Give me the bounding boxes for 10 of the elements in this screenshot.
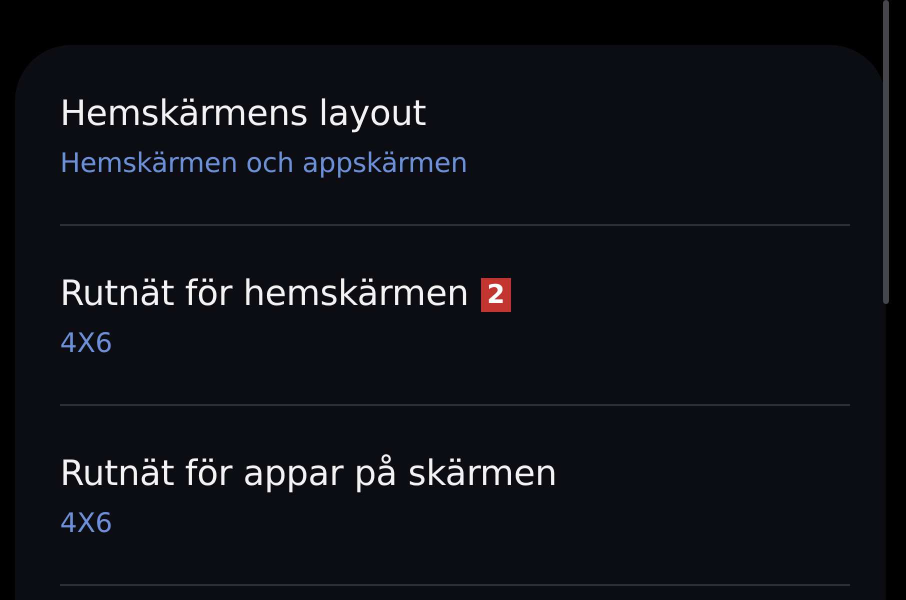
settings-item[interactable]: Rutnät för appar på skärmen 4X6 xyxy=(60,406,850,586)
number-badge: 2 xyxy=(480,278,511,312)
setting-title: Rutnät för hemskärmen xyxy=(60,273,469,316)
setting-value: Hemskärmen och appskärmen xyxy=(60,146,469,180)
settings-item[interactable]: Hemskärmens layout Hemskärmen och appskärmen xyxy=(60,45,850,226)
settings-item[interactable]: Rutnät för hemskärmen 2 4X6 xyxy=(60,226,850,406)
setting-title: Rutnät för appar på skärmen xyxy=(60,453,557,496)
setting-value: 4X6 xyxy=(60,327,114,361)
setting-title: Hemskärmens layout xyxy=(60,92,426,136)
setting-value: 4X6 xyxy=(60,507,114,541)
